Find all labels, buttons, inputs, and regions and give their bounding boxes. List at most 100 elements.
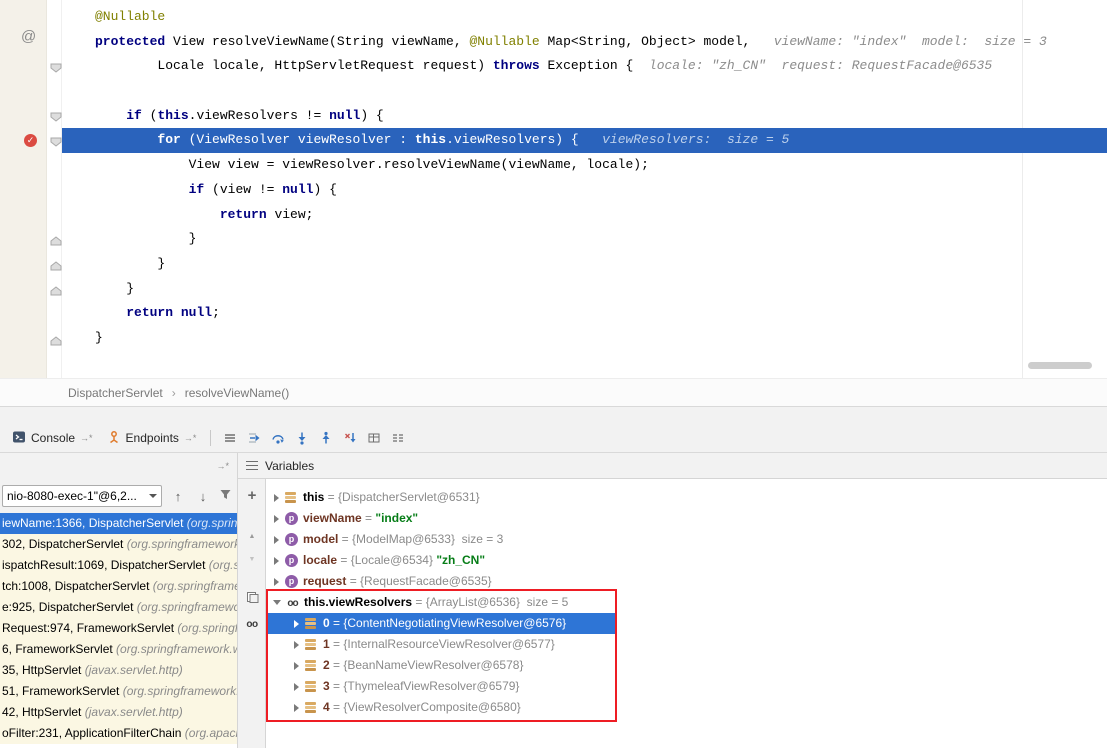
parameter-icon: p (285, 533, 298, 546)
value-icon (305, 680, 318, 693)
stack-frame-row[interactable]: e:925, DispatcherServlet (org.springfram… (0, 597, 237, 618)
breadcrumb: DispatcherServlet › resolveViewName() (0, 378, 1107, 406)
chevron-right-icon[interactable] (274, 578, 279, 586)
variable-row-this[interactable]: this = {DispatcherServlet@6531} (266, 487, 1107, 508)
code-line: if (view != null) { (62, 178, 1107, 203)
stack-frame-row[interactable]: 51, FrameworkServlet (org.springframewor… (0, 681, 237, 702)
breadcrumb-item-method[interactable]: resolveViewName() (185, 386, 289, 400)
chevron-down-icon (149, 494, 157, 498)
tab-console[interactable]: Console →* (5, 424, 100, 452)
ide-debug-screen: { "editor": { "gutter": {"annotation_sym… (0, 0, 1107, 748)
code-line: } (62, 227, 1107, 252)
chevron-right-icon[interactable] (294, 704, 299, 712)
step-over-icon[interactable] (266, 427, 290, 449)
parameter-icon: p (285, 575, 298, 588)
frame-down-icon[interactable]: ↓ (194, 489, 212, 504)
code-lines: @Nullableprotected View resolveViewName(… (62, 0, 1107, 378)
code-editor: @ ✓ @Nullableprotected View resolveViewN… (0, 0, 1107, 378)
settings-menu-icon[interactable] (218, 427, 242, 449)
panel-options-icon[interactable]: →* (216, 461, 229, 471)
annotation-gutter-icon: @ (21, 28, 36, 45)
chevron-right-icon[interactable] (274, 515, 279, 523)
breadcrumb-item-class[interactable]: DispatcherServlet (68, 386, 163, 400)
stack-frame-row[interactable]: oFilter:231, ApplicationFilterChain (org… (0, 723, 237, 744)
wrap-marker-down-icon (50, 111, 62, 121)
variable-row-1[interactable]: 1 = {InternalResourceViewResolver@6577} (266, 634, 1107, 655)
frame-up-icon[interactable]: ↑ (169, 489, 187, 504)
show-watches-icon[interactable]: oo (238, 619, 266, 630)
wrap-marker-down-icon (50, 62, 62, 72)
stack-frame-row[interactable]: 35, HttpServlet (javax.servlet.http) (0, 660, 237, 681)
stack-frame-row[interactable]: 302, DispatcherServlet (org.springframew… (0, 534, 237, 555)
scroll-up-icon[interactable]: ▲ (238, 533, 266, 540)
parameter-icon: p (285, 554, 298, 567)
frames-panel: →* nio-8080-exec-1"@6,2... ↑ ↓ iewName:1… (0, 453, 238, 748)
variable-row-locale[interactable]: plocale = {Locale@6534} "zh_CN" (266, 550, 1107, 571)
layout-grid-icon[interactable] (362, 427, 386, 449)
copy-icon[interactable] (238, 591, 266, 607)
chevron-right-icon[interactable] (294, 620, 299, 628)
stack-frame-row[interactable]: tch:1008, DispatcherServlet (org.springf… (0, 576, 237, 597)
filter-frames-icon[interactable] (219, 488, 232, 504)
code-line: @Nullable (62, 5, 1107, 30)
chevron-right-icon[interactable] (274, 494, 279, 502)
thread-selector-row: nio-8080-exec-1"@6,2... ↑ ↓ (0, 479, 237, 513)
value-icon (305, 617, 318, 630)
variable-row-model[interactable]: pmodel = {ModelMap@6533} size = 3 (266, 529, 1107, 550)
debug-toolbar: Console →* Endpoints →* (0, 424, 1107, 453)
watch-icon: oo (286, 596, 299, 609)
stack-frame-row[interactable]: iewName:1366, DispatcherServlet (org.spr… (0, 513, 237, 534)
add-watch-icon[interactable]: + (238, 487, 266, 504)
toolbar-separator (210, 430, 211, 446)
stack-frame-row[interactable]: Request:974, FrameworkServlet (org.sprin… (0, 618, 237, 639)
chevron-right-icon[interactable] (294, 683, 299, 691)
variable-row-this.viewResolvers[interactable]: oothis.viewResolvers = {ArrayList@6536} … (266, 592, 1107, 613)
console-icon (12, 430, 26, 447)
value-icon (305, 659, 318, 672)
menu-icon[interactable] (246, 461, 258, 470)
value-icon (305, 638, 318, 651)
variables-panel: Variables + ▲ ▼ oo this = {DispatcherSer… (238, 453, 1107, 748)
chevron-down-icon[interactable] (273, 600, 281, 605)
variable-row-viewName[interactable]: pviewName = "index" (266, 508, 1107, 529)
variables-side-toolbar: + ▲ ▼ oo (238, 479, 266, 748)
tab-options-icon[interactable]: →* (80, 433, 93, 443)
code-line (62, 79, 1107, 104)
stack-frame-row[interactable]: 6, FrameworkServlet (org.springframework… (0, 639, 237, 660)
chevron-right-icon[interactable] (274, 557, 279, 565)
wrap-marker-down-icon (50, 136, 62, 146)
show-execution-point-icon[interactable] (242, 427, 266, 449)
wrap-marker-up-icon (50, 285, 62, 295)
code-line: protected View resolveViewName(String vi… (62, 30, 1107, 55)
chevron-right-icon[interactable] (294, 662, 299, 670)
horizontal-scrollbar[interactable] (1028, 362, 1092, 369)
wrap-marker-up-icon (50, 335, 62, 345)
variable-row-2[interactable]: 2 = {BeanNameViewResolver@6578} (266, 655, 1107, 676)
stack-frame-row[interactable]: 42, HttpServlet (javax.servlet.http) (0, 702, 237, 723)
frames-header: →* (0, 453, 237, 479)
tab-options-icon[interactable]: →* (184, 433, 197, 443)
code-line: return null; (62, 301, 1107, 326)
step-into-icon[interactable] (290, 427, 314, 449)
wrap-marker-up-icon (50, 260, 62, 270)
variable-row-4[interactable]: 4 = {ViewResolverComposite@6580} (266, 697, 1107, 718)
scroll-down-icon[interactable]: ▼ (238, 556, 266, 563)
variable-row-3[interactable]: 3 = {ThymeleafViewResolver@6579} (266, 676, 1107, 697)
code-line: View view = viewResolver.resolveViewName… (62, 153, 1107, 178)
code-line: Locale locale, HttpServletRequest reques… (62, 54, 1107, 79)
stack-frame-row[interactable]: ispatchResult:1069, DispatcherServlet (o… (0, 555, 237, 576)
reset-frame-icon[interactable] (338, 427, 362, 449)
variable-row-request[interactable]: prequest = {RequestFacade@6535} (266, 571, 1107, 592)
parameter-icon: p (285, 512, 298, 525)
chevron-right-icon[interactable] (274, 536, 279, 544)
thread-dropdown[interactable]: nio-8080-exec-1"@6,2... (2, 485, 162, 507)
variable-row-0[interactable]: 0 = {ContentNegotiatingViewResolver@6576… (266, 613, 1107, 634)
chevron-right-icon[interactable] (294, 641, 299, 649)
view-options-icon[interactable] (386, 427, 410, 449)
debug-tool-window: Console →* Endpoints →* →* nio-8080-exec… (0, 406, 1107, 748)
variables-header: Variables (238, 453, 1107, 479)
step-out-icon[interactable] (314, 427, 338, 449)
breakpoint-verified-icon[interactable]: ✓ (24, 134, 37, 147)
tab-endpoints[interactable]: Endpoints →* (100, 424, 204, 452)
value-icon (285, 491, 298, 504)
